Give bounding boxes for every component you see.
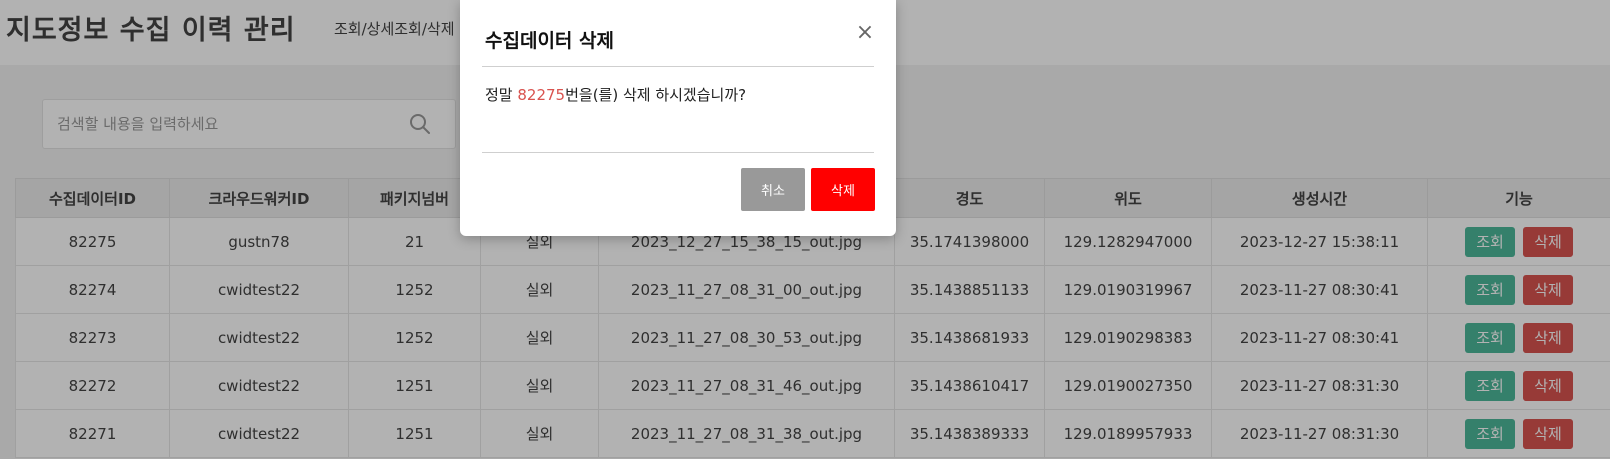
delete-confirm-modal: 수집데이터 삭제 × 정말 82275번을(를) 삭제 하시겠습니까? 취소 삭… [460,0,896,236]
modal-divider [482,152,874,153]
message-suffix: 번을(를) 삭제 하시겠습니까? [565,86,747,104]
message-prefix: 정말 [485,86,518,104]
close-icon[interactable]: × [854,22,876,44]
modal-title: 수집데이터 삭제 [485,30,614,52]
modal-message: 정말 82275번을(를) 삭제 하시겠습니까? [485,84,746,105]
confirm-delete-button[interactable]: 삭제 [811,168,875,211]
cancel-button[interactable]: 취소 [741,168,805,211]
modal-divider [482,66,874,67]
message-record-id: 82275 [517,86,566,104]
